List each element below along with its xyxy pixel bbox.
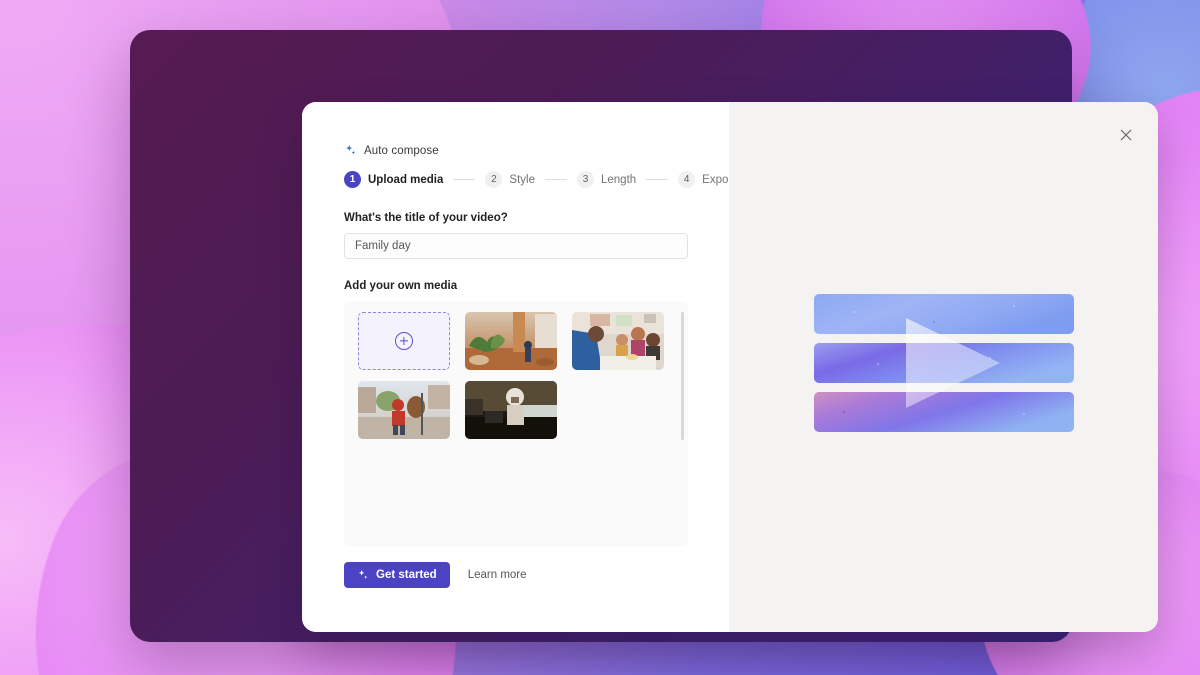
step-badge-3: 3 xyxy=(576,171,594,188)
stepper-separator xyxy=(453,179,476,180)
media-thumbnail-person-interior[interactable] xyxy=(465,381,557,439)
device-frame: Auto compose 1 Upload media 2 Style 3 Le… xyxy=(130,30,1158,642)
auto-compose-label: Auto compose xyxy=(364,144,439,157)
add-media-tile[interactable] xyxy=(358,312,450,370)
video-title-label: What's the title of your video? xyxy=(344,212,508,224)
media-grid-scrollbar[interactable] xyxy=(681,312,684,440)
step-badge-4: 4 xyxy=(678,171,696,188)
step-label-2: Style xyxy=(509,173,535,186)
media-grid-panel xyxy=(344,301,688,547)
step-badge-2: 2 xyxy=(485,171,503,188)
dialog-right-pane xyxy=(729,102,1158,632)
sparkle-icon xyxy=(344,144,357,157)
media-grid xyxy=(358,312,678,439)
get-started-label: Get started xyxy=(376,569,437,581)
video-title-input[interactable] xyxy=(344,233,688,259)
stepper-step-style[interactable]: 2 Style xyxy=(485,171,535,188)
auto-compose-eyebrow: Auto compose xyxy=(344,144,729,157)
step-label-1: Upload media xyxy=(368,173,444,186)
stepper-separator xyxy=(646,179,669,180)
media-thumbnail-child-running[interactable] xyxy=(358,381,450,439)
close-icon xyxy=(1120,129,1132,141)
video-preview-placeholder[interactable] xyxy=(813,294,1074,440)
close-button[interactable] xyxy=(1115,124,1137,146)
step-badge-1: 1 xyxy=(344,171,361,188)
stepper: 1 Upload media 2 Style 3 Length 4 Export xyxy=(344,171,735,188)
add-media-label: Add your own media xyxy=(344,280,458,292)
sparkle-icon xyxy=(357,569,369,581)
dialog-footer: Get started Learn more xyxy=(344,562,527,588)
stepper-separator xyxy=(544,179,567,180)
learn-more-link[interactable]: Learn more xyxy=(468,569,527,581)
stepper-step-export[interactable]: 4 Export xyxy=(678,171,735,188)
stepper-step-upload-media[interactable]: 1 Upload media xyxy=(344,171,443,188)
auto-compose-dialog: Auto compose 1 Upload media 2 Style 3 Le… xyxy=(302,102,1158,632)
get-started-button[interactable]: Get started xyxy=(344,562,450,588)
dialog-left-pane: Auto compose 1 Upload media 2 Style 3 Le… xyxy=(302,102,735,632)
media-thumbnail-family-table[interactable] xyxy=(572,312,664,370)
plus-circle-icon xyxy=(395,332,413,350)
stepper-step-length[interactable]: 3 Length xyxy=(576,171,637,188)
step-label-3: Length xyxy=(600,173,637,186)
media-thumbnail-indoor-plants[interactable] xyxy=(465,312,557,370)
